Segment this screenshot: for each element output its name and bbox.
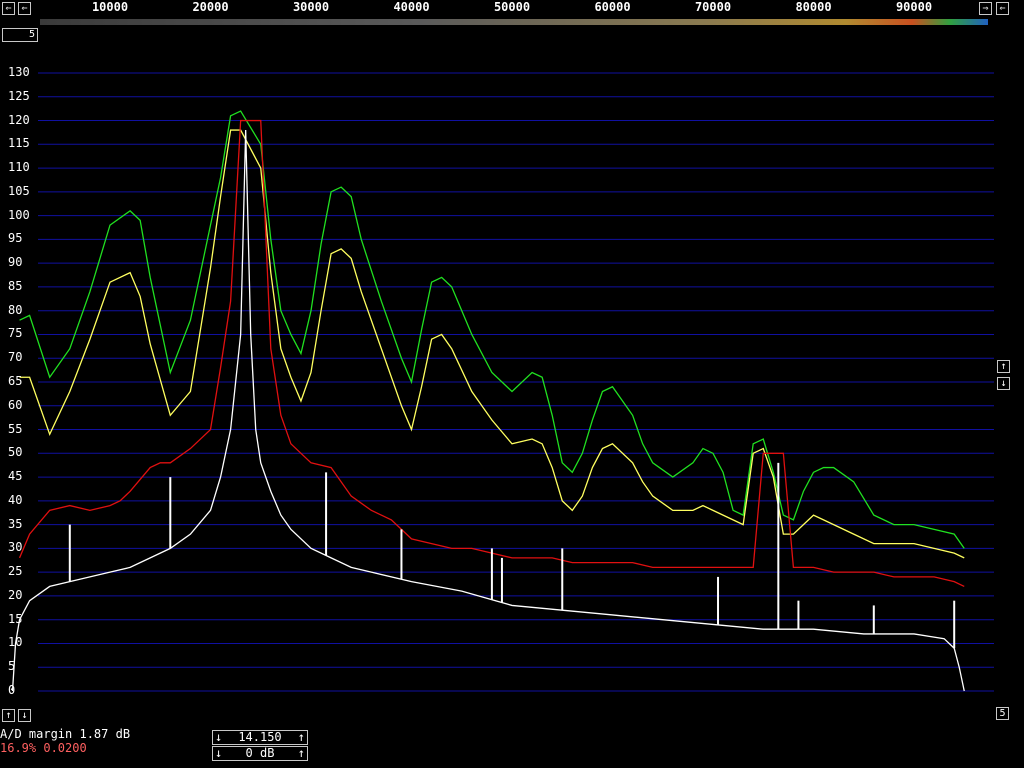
y-scroll-up-button[interactable]: ↑ [997, 360, 1010, 373]
yellow-trace [19, 129, 965, 559]
scroll-right-button[interactable]: ⇒ [979, 2, 992, 15]
zoom-label: 5 [28, 29, 35, 40]
y-tick-label: 105 [8, 183, 30, 198]
y-scroll-down-button[interactable]: ↓ [997, 377, 1010, 390]
x-tick-label: 80000 [795, 0, 832, 14]
y-tick-label: 90 [8, 255, 23, 270]
y-tick-label: 20 [8, 587, 23, 602]
y-tick-label: 30 [8, 540, 23, 555]
y-tick-label: 110 [8, 160, 30, 175]
spectrum-plot[interactable] [0, 40, 1024, 730]
x-tick-label: 30000 [292, 0, 330, 14]
y-tick-label: 100 [8, 207, 30, 222]
x-tick-label: 70000 [694, 0, 732, 14]
bottom-up-button[interactable]: ↑ [2, 709, 15, 722]
scroll-left-button[interactable]: ⇐ [2, 2, 15, 15]
x-tick-label: 10000 [91, 0, 129, 14]
db-control[interactable]: ↓ 0 dB ↑ [212, 746, 308, 761]
gain-control[interactable]: ↓ 14.150 ↑ [212, 730, 308, 745]
y-tick-label: 75 [8, 326, 23, 341]
y-tick-label: 120 [8, 112, 30, 127]
y-tick-label: 70 [8, 350, 23, 365]
y-tick-label: 50 [8, 445, 23, 460]
bottom-down-button[interactable]: ↓ [18, 709, 31, 722]
gain-up-button[interactable]: ↑ [298, 731, 305, 744]
y-tick-label: 55 [8, 421, 23, 436]
y-tick-label: 115 [8, 136, 30, 151]
green-trace [19, 110, 965, 549]
db-up-button[interactable]: ↑ [298, 747, 305, 760]
y-tick-label: 10 [8, 635, 23, 650]
red-trace [18, 119, 965, 588]
waterfall-colorbar [40, 19, 988, 25]
y-tick-label: 35 [8, 516, 23, 531]
y-tick-label: 40 [8, 492, 23, 507]
x-tick-label: 90000 [895, 0, 933, 14]
y-tick-label: 5 [8, 659, 16, 674]
y-tick-label: 80 [8, 302, 23, 317]
bottom-right-button[interactable]: 5 [996, 707, 1009, 720]
white-trace [11, 130, 965, 692]
y-tick-label: 15 [8, 611, 23, 626]
gain-down-button[interactable]: ↓ [215, 731, 222, 744]
traces [11, 110, 965, 692]
grid-lines [38, 72, 994, 692]
y-tick-label: 60 [8, 397, 23, 412]
db-value: 0 dB [245, 746, 275, 760]
y-tick-label: 65 [8, 374, 23, 388]
db-down-button[interactable]: ↓ [215, 747, 222, 760]
level-text: 16.9% 0.0200 [0, 741, 87, 755]
x-tick-label: 50000 [493, 0, 531, 14]
y-tick-label: 0 [8, 683, 16, 697]
scroll-right-fast-button[interactable]: ⇐ [996, 2, 1009, 15]
x-tick-label: 40000 [393, 0, 430, 14]
y-tick-label: 45 [8, 469, 23, 484]
y-tick-label: 130 [8, 65, 30, 79]
y-tick-label: 25 [8, 564, 23, 579]
y-tick-label: 125 [8, 88, 30, 103]
y-tick-label: 85 [8, 278, 23, 293]
x-tick-label: 20000 [192, 0, 229, 14]
gain-value: 14.150 [238, 730, 282, 744]
ad-margin-text: A/D margin 1.87 dB [0, 727, 131, 741]
x-tick-label: 60000 [594, 0, 631, 14]
scroll-left-fast-button[interactable]: ⇐ [18, 2, 31, 15]
y-tick-label: 95 [8, 231, 23, 246]
